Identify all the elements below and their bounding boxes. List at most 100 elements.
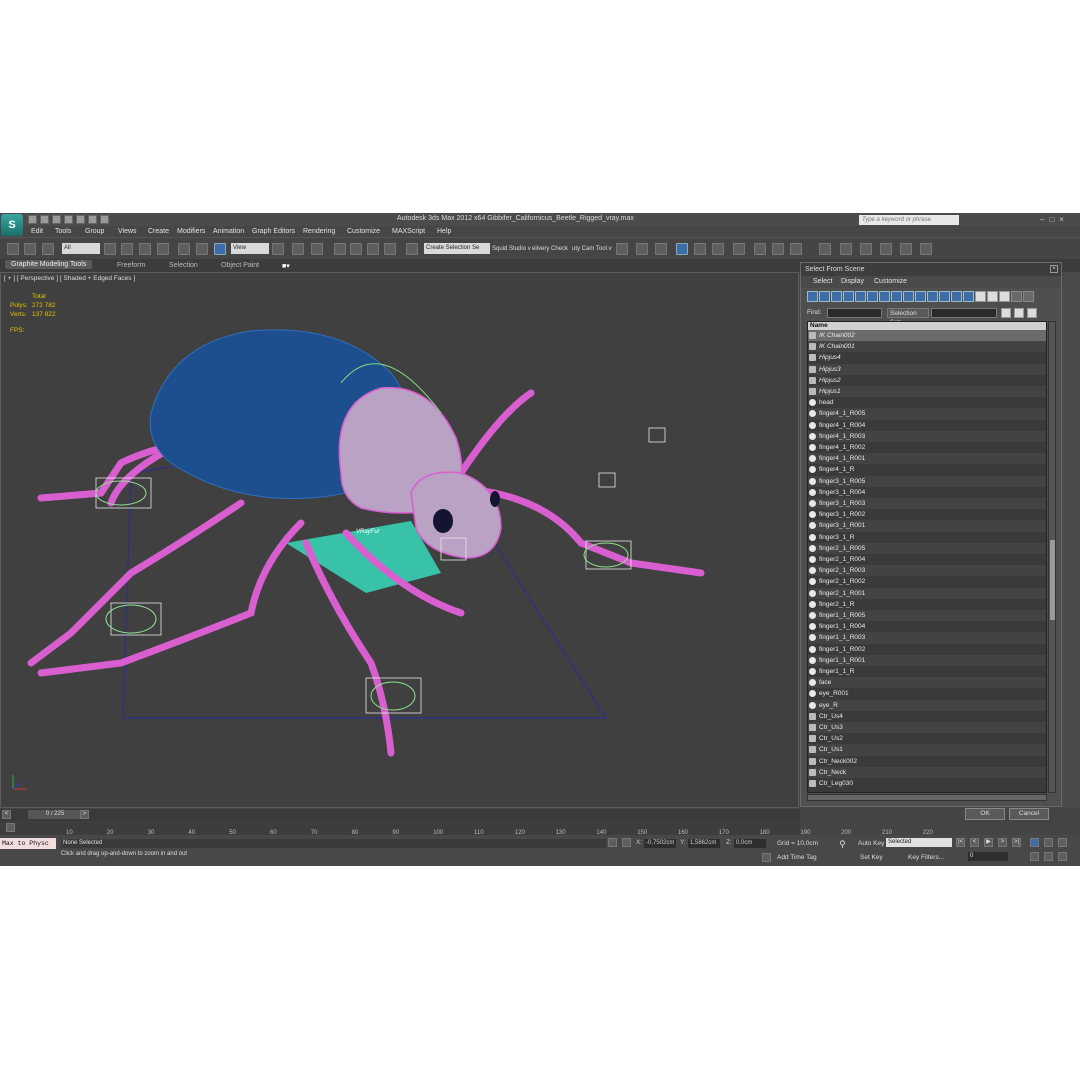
undo-icon[interactable] xyxy=(64,215,73,224)
delete-selset-icon[interactable] xyxy=(1027,308,1037,318)
x-coordinate[interactable]: -0,7502cm xyxy=(644,839,676,848)
extra-tool-6-icon[interactable] xyxy=(920,243,932,255)
extra-tool-4-icon[interactable] xyxy=(880,243,892,255)
list-item[interactable]: finger2_1_R003 xyxy=(808,565,1046,577)
squid-studio-plugin[interactable]: Squid Studio v xyxy=(492,246,531,252)
app-menu-button[interactable]: S xyxy=(1,214,23,236)
tab-object-paint[interactable]: Object Paint xyxy=(221,262,259,269)
ok-button[interactable]: OK xyxy=(965,808,1005,820)
list-item[interactable]: Ctr_Neck002 xyxy=(808,756,1046,767)
snaps-toggle-icon[interactable] xyxy=(334,243,346,255)
add-time-tag[interactable]: Add Time Tag xyxy=(777,854,817,861)
unlink-icon[interactable] xyxy=(24,243,36,255)
prev-frame-icon[interactable]: < xyxy=(970,838,979,847)
display-spacewarps-icon[interactable] xyxy=(867,291,878,302)
display-helpers-icon[interactable] xyxy=(855,291,866,302)
list-vertical-scrollbar[interactable] xyxy=(1048,321,1056,793)
filter-options-icon[interactable] xyxy=(1023,291,1034,302)
menu-tools[interactable]: Tools xyxy=(55,228,71,235)
extra-tool-5-icon[interactable] xyxy=(900,243,912,255)
display-xrefs-icon[interactable] xyxy=(891,291,902,302)
filter-icon[interactable] xyxy=(1011,291,1022,302)
list-item[interactable]: Hipjus2 xyxy=(808,375,1046,386)
list-item[interactable]: finger1_1_R001 xyxy=(808,654,1046,666)
list-item[interactable]: finger2_1_R002 xyxy=(808,576,1046,587)
menu-help[interactable]: Help xyxy=(437,228,451,235)
time-next-icon[interactable]: > xyxy=(80,810,89,819)
edit-selset-icon[interactable] xyxy=(1014,308,1024,318)
workspace-icon[interactable] xyxy=(100,215,109,224)
tab-graphite-modeling-tools[interactable]: Graphite Modeling Tools xyxy=(5,260,93,269)
select-all-icon[interactable] xyxy=(975,291,986,302)
render-production-icon[interactable] xyxy=(790,243,802,255)
selection-set-dropdown[interactable] xyxy=(931,308,997,318)
menu-create[interactable]: Create xyxy=(148,228,169,235)
new-file-icon[interactable] xyxy=(28,215,37,224)
link-icon[interactable] xyxy=(7,243,19,255)
maximize-viewport-icon[interactable] xyxy=(1058,852,1067,861)
list-item[interactable]: finger2_1_R005 xyxy=(808,542,1046,554)
time-slider-thumb[interactable]: 0 / 225 xyxy=(28,810,82,819)
redo-icon[interactable] xyxy=(76,215,85,224)
y-coordinate[interactable]: 1,5862cm xyxy=(688,839,720,848)
dialog-close-icon[interactable]: × xyxy=(1050,265,1058,273)
menu-modifiers[interactable]: Modifiers xyxy=(177,228,205,235)
scale-icon[interactable] xyxy=(214,243,226,255)
list-item[interactable]: eye_R xyxy=(808,699,1046,711)
minimize-icon[interactable]: – xyxy=(1040,215,1044,224)
orbit-icon[interactable] xyxy=(1058,838,1067,847)
key-mode-toggle-icon[interactable] xyxy=(1030,838,1039,847)
tab-selection[interactable]: Selection xyxy=(169,262,198,269)
list-item[interactable]: eye_R001 xyxy=(808,688,1046,699)
display-containers-icon[interactable] xyxy=(915,291,926,302)
set-key-button[interactable]: Set Key xyxy=(860,854,883,861)
keyboard-shortcut-icon[interactable] xyxy=(311,243,323,255)
list-item[interactable]: Ctr_Us2 xyxy=(808,733,1046,744)
tab-freeform[interactable]: Freeform xyxy=(117,262,145,269)
display-frozen-icon[interactable] xyxy=(927,291,938,302)
display-bones-icon[interactable] xyxy=(903,291,914,302)
next-frame-icon[interactable]: > xyxy=(998,838,1007,847)
display-groups-icon[interactable] xyxy=(879,291,890,302)
cam-tool-plugin[interactable]: uty Cam Tool v xyxy=(572,246,612,252)
dialog-menu-customize[interactable]: Customize xyxy=(874,278,907,285)
list-item[interactable]: finger4_1_R002 xyxy=(808,442,1046,453)
display-shapes-icon[interactable] xyxy=(819,291,830,302)
material-editor-icon[interactable] xyxy=(733,243,745,255)
bind-space-warp-icon[interactable] xyxy=(42,243,54,255)
scene-object-list[interactable]: Name IK Chain002 IK Chain001 Hipjus4 Hipjus… xyxy=(807,321,1047,793)
move-icon[interactable] xyxy=(178,243,190,255)
select-object-icon[interactable] xyxy=(104,243,116,255)
maxscript-listener[interactable]: Max to Physc xyxy=(0,838,56,849)
time-slider[interactable]: < 0 / 225 > xyxy=(0,809,800,821)
rotate-icon[interactable] xyxy=(196,243,208,255)
dialog-menu-select[interactable]: Select xyxy=(813,278,832,285)
list-item[interactable]: Ctr_Us3 xyxy=(808,722,1046,734)
open-file-icon[interactable] xyxy=(40,215,49,224)
list-item[interactable]: Ctr_Us4 xyxy=(808,711,1046,722)
scrollbar-thumb[interactable] xyxy=(1050,540,1055,620)
play-icon[interactable]: ▶ xyxy=(984,838,993,847)
list-item[interactable]: finger3_1_R003 xyxy=(808,498,1046,510)
maximize-icon[interactable]: □ xyxy=(1049,215,1054,224)
key-mode-dropdown[interactable]: Selected xyxy=(886,838,952,847)
list-item[interactable]: IK Chain002 xyxy=(808,330,1046,342)
list-item[interactable]: head xyxy=(808,397,1046,408)
display-all-icon[interactable] xyxy=(951,291,962,302)
menu-animation[interactable]: Animation xyxy=(213,228,244,235)
list-item[interactable]: finger1_1_R005 xyxy=(808,610,1046,622)
menu-edit[interactable]: Edit xyxy=(31,228,43,235)
cancel-button[interactable]: Cancel xyxy=(1009,808,1049,820)
menu-views[interactable]: Views xyxy=(118,228,137,235)
extra-tool-2-icon[interactable] xyxy=(840,243,852,255)
list-item[interactable]: Ctr_Us1 xyxy=(808,744,1046,756)
align-icon[interactable] xyxy=(636,243,648,255)
pan-icon[interactable] xyxy=(1030,852,1039,861)
list-item[interactable]: Hipjus4 xyxy=(808,352,1046,363)
list-item[interactable]: finger4_1_R005 xyxy=(808,408,1046,420)
select-manipulate-icon[interactable] xyxy=(292,243,304,255)
list-item[interactable]: finger3_1_R xyxy=(808,532,1046,543)
lock-selection-icon[interactable] xyxy=(608,838,617,847)
delivery-check-plugin[interactable]: elivery Check xyxy=(532,246,568,252)
render-setup-icon[interactable] xyxy=(754,243,766,255)
